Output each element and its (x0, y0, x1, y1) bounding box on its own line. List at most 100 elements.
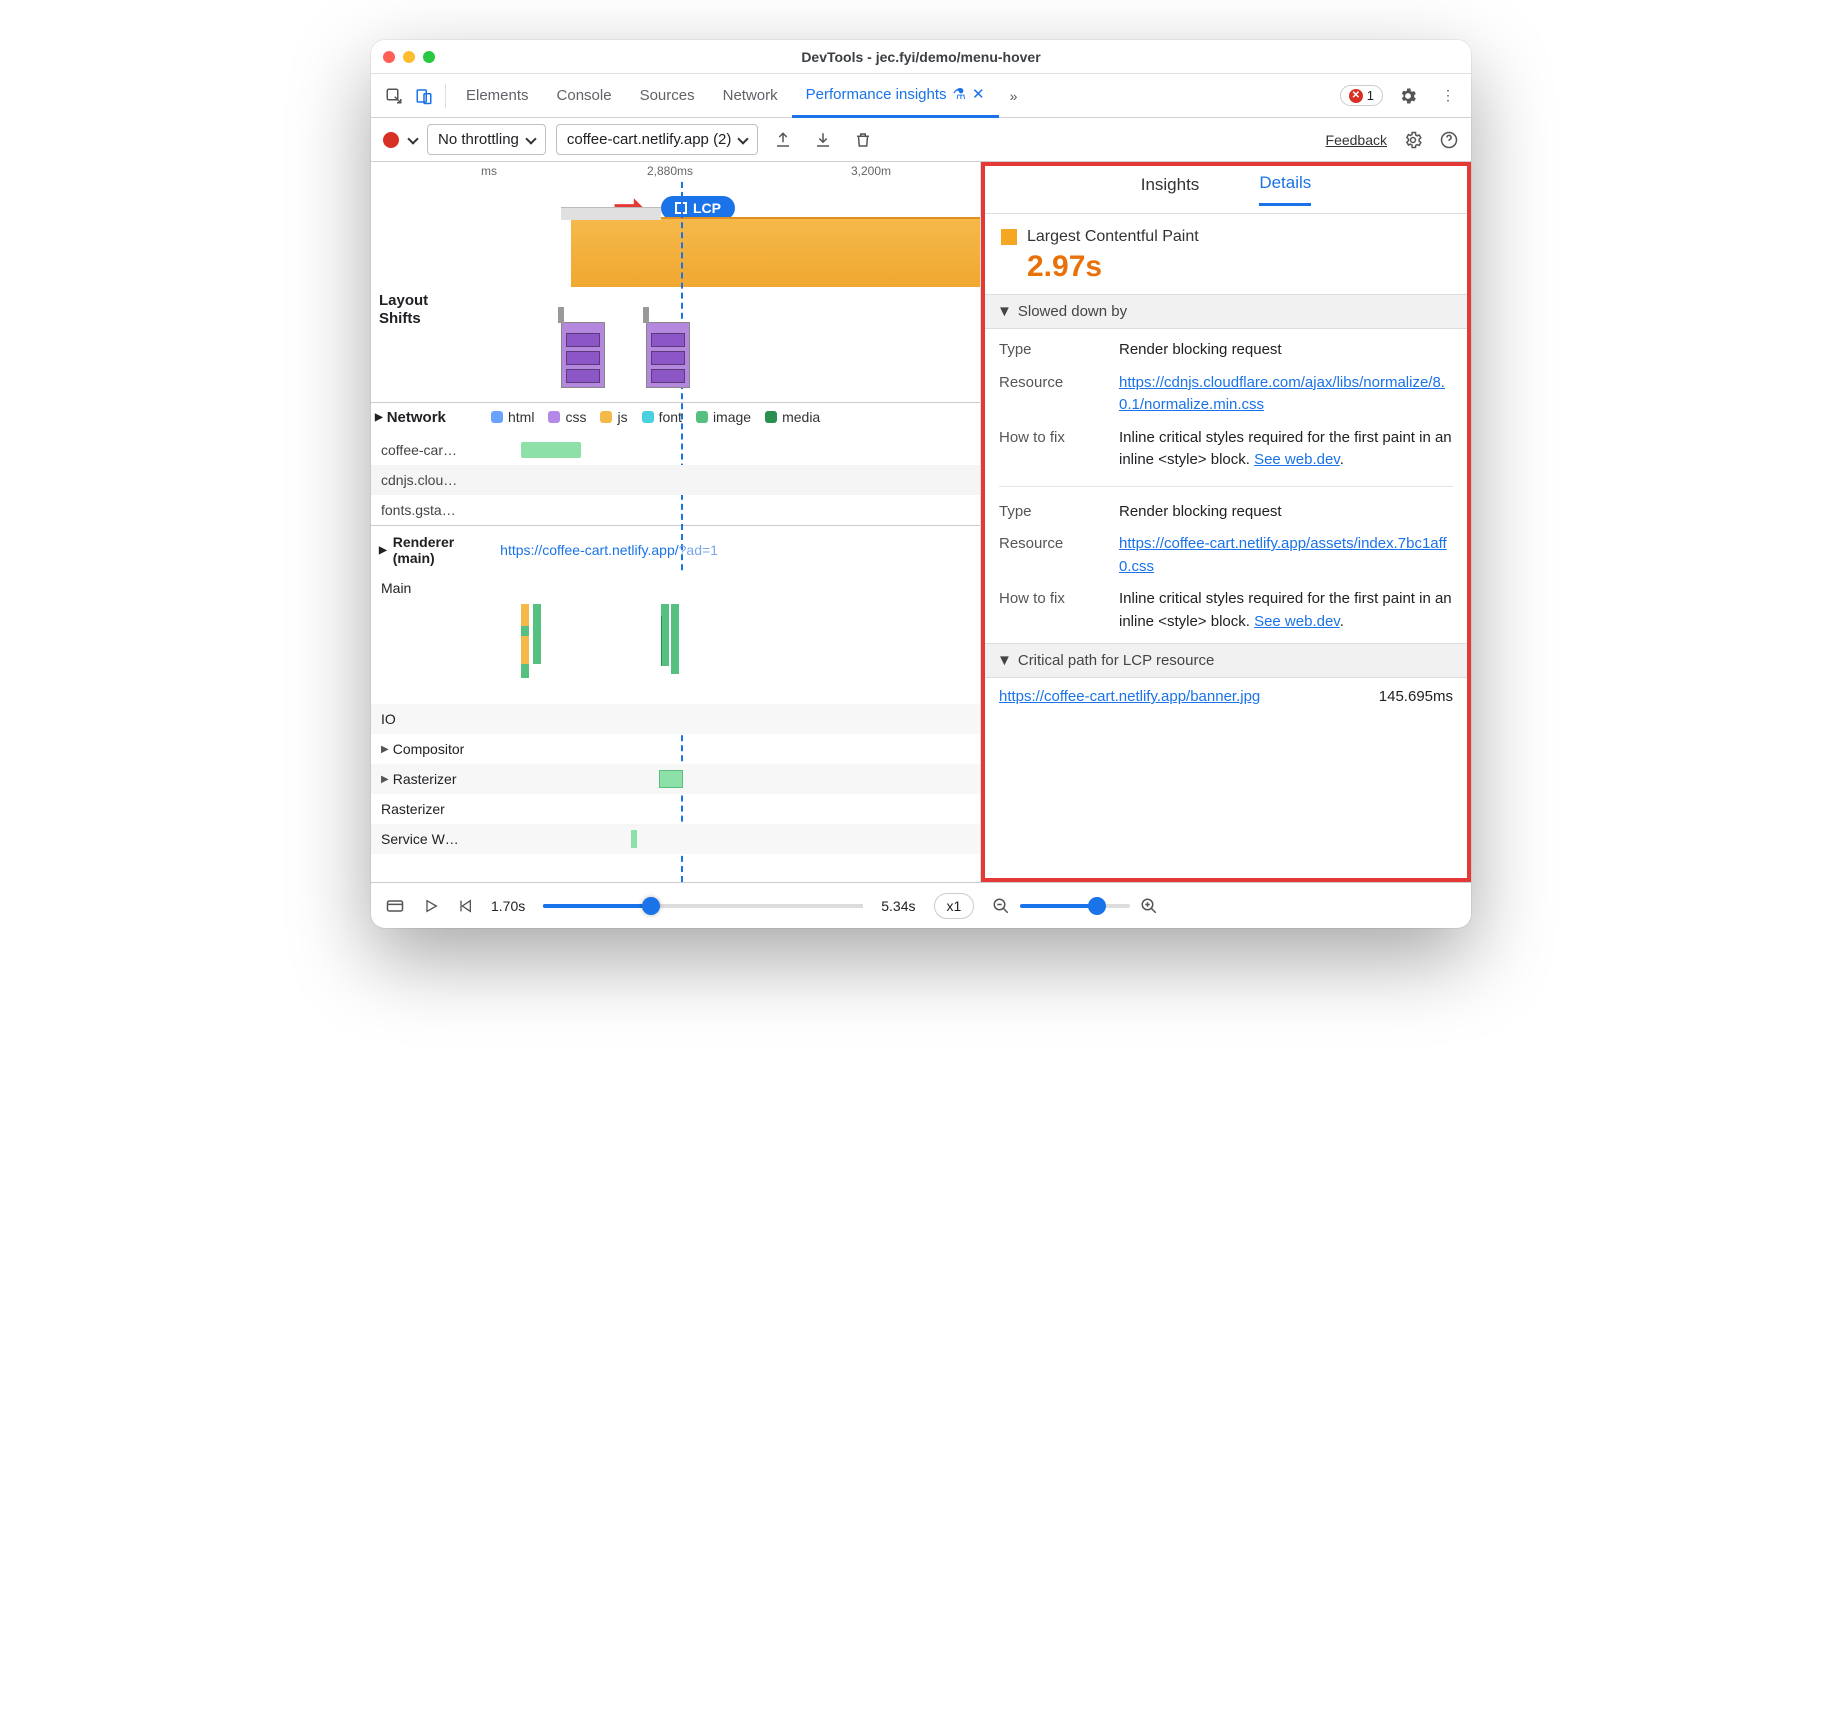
track-label: Rasterizer (381, 801, 445, 817)
tick-label: 2,880ms (647, 164, 693, 178)
rasterizer-track[interactable]: ▶Rasterizer (371, 764, 980, 794)
zoom-out-icon[interactable] (992, 897, 1010, 915)
content-area: ms 2,880ms 3,200m ➡ LCP Layout Shifts (371, 162, 1471, 882)
critical-path-header[interactable]: ▼Critical path for LCP resource (985, 643, 1467, 678)
recording-select[interactable]: coffee-cart.netlify.app (2) (556, 124, 759, 155)
critical-path-row: https://coffee-cart.netlify.app/banner.j… (985, 678, 1467, 715)
fix-link[interactable]: See web.dev (1254, 613, 1340, 630)
network-row[interactable]: cdnjs.clou… (371, 465, 980, 495)
import-icon[interactable] (808, 125, 838, 155)
slowed-by-body: Type Render blocking request Resource ht… (985, 329, 1467, 643)
lcp-summary: Largest Contentful Paint 2.97s (985, 214, 1467, 294)
resource-link[interactable]: https://coffee-cart.netlify.app/assets/i… (1119, 535, 1447, 575)
legend-font: font (659, 409, 682, 425)
network-legend: html css js font image media (491, 409, 820, 425)
record-menu-icon[interactable] (407, 133, 418, 144)
type-key: Type (999, 339, 1109, 362)
rasterizer-track[interactable]: Rasterizer (371, 794, 980, 824)
fix-key: How to fix (999, 588, 1109, 633)
resource-link[interactable]: https://cdnjs.cloudflare.com/ajax/libs/n… (1119, 374, 1445, 414)
critical-path-time: 145.695ms (1379, 688, 1453, 705)
legend-image: image (713, 409, 751, 425)
gear-icon[interactable] (1403, 130, 1423, 150)
io-track[interactable]: IO (371, 704, 980, 734)
chevron-down-icon (738, 133, 749, 144)
titlebar: DevTools - jec.fyi/demo/menu-hover (371, 40, 1471, 74)
throttling-select[interactable]: No throttling (427, 124, 546, 155)
window-title: DevTools - jec.fyi/demo/menu-hover (371, 49, 1471, 65)
panel-tabbar: Elements Console Sources Network Perform… (371, 74, 1471, 118)
replay-view-icon[interactable] (385, 896, 405, 916)
error-count: 1 (1367, 88, 1374, 103)
resource-key: Resource (999, 372, 1109, 417)
device-toggle-icon[interactable] (409, 81, 439, 111)
compositor-track[interactable]: ▶Compositor (371, 734, 980, 764)
help-icon[interactable] (1439, 130, 1459, 150)
details-pane: Insights Details Largest Contentful Pain… (981, 162, 1471, 882)
tab-details[interactable]: Details (1259, 173, 1311, 206)
track-label: Service W… (381, 831, 459, 847)
main-track[interactable]: Main (371, 574, 980, 704)
record-button[interactable] (383, 132, 399, 148)
tab-console[interactable]: Console (543, 74, 626, 118)
zoom-in-icon[interactable] (1140, 897, 1158, 915)
network-row[interactable]: fonts.gsta… (371, 495, 980, 525)
delete-icon[interactable] (848, 125, 878, 155)
slowed-by-header[interactable]: ▼Slowed down by (985, 294, 1467, 329)
fix-key: How to fix (999, 427, 1109, 472)
track-label: Rasterizer (393, 771, 457, 787)
legend-css: css (565, 409, 586, 425)
more-tabs-icon[interactable]: » (999, 81, 1029, 111)
type-key: Type (999, 501, 1109, 524)
zoom-slider[interactable] (1020, 904, 1130, 908)
timeline-pane[interactable]: ms 2,880ms 3,200m ➡ LCP Layout Shifts (371, 162, 981, 882)
perf-toolbar: No throttling coffee-cart.netlify.app (2… (371, 118, 1471, 162)
lcp-label: LCP (693, 200, 721, 216)
critical-path-label: Critical path for LCP resource (1018, 652, 1214, 669)
lcp-value: 2.97s (1027, 250, 1451, 284)
export-icon[interactable] (768, 125, 798, 155)
track-label: Compositor (393, 741, 465, 757)
renderer-label: Renderer (main) (393, 534, 454, 566)
flask-icon: ⚗ (953, 85, 966, 103)
settings-icon[interactable] (1393, 81, 1423, 111)
tab-network[interactable]: Network (709, 74, 792, 118)
main-label: Main (381, 580, 411, 596)
renderer-section: ▶ Renderer (main) https://coffee-cart.ne… (371, 526, 980, 854)
renderer-url[interactable]: https://coffee-cart.netlify.app/?ad=1 (500, 542, 718, 558)
rewind-icon[interactable] (457, 898, 473, 914)
lcp-color-icon (1001, 229, 1017, 245)
kebab-icon[interactable]: ⋮ (1433, 81, 1463, 111)
tab-elements[interactable]: Elements (452, 74, 543, 118)
resource-key: Resource (999, 533, 1109, 578)
tab-sources[interactable]: Sources (626, 74, 709, 118)
slowed-by-label: Slowed down by (1018, 303, 1127, 320)
start-time: 1.70s (491, 898, 525, 914)
network-label: Network (387, 409, 446, 426)
layout-shift-thumbnail[interactable] (646, 322, 690, 388)
layout-shift-thumbnail[interactable] (561, 322, 605, 388)
lcp-title: Largest Contentful Paint (1027, 228, 1199, 246)
error-icon: ✕ (1349, 89, 1363, 103)
tab-label: Performance insights (806, 86, 947, 103)
tab-performance-insights[interactable]: Performance insights ⚗ ✕ (792, 74, 999, 118)
speed-control[interactable]: x1 (934, 893, 975, 919)
layout-shifts-label: Layout Shifts (379, 292, 428, 328)
critical-path-link[interactable]: https://coffee-cart.netlify.app/banner.j… (999, 688, 1260, 705)
feedback-link[interactable]: Feedback (1326, 132, 1387, 148)
playback-footer: 1.70s 5.34s x1 (371, 882, 1471, 928)
fix-link[interactable]: See web.dev (1254, 451, 1340, 468)
inspect-icon[interactable] (379, 81, 409, 111)
main-thread-overview (571, 217, 980, 287)
error-badge[interactable]: ✕ 1 (1340, 85, 1383, 106)
end-time: 5.34s (881, 898, 915, 914)
recording-label: coffee-cart.netlify.app (2) (567, 131, 732, 148)
net-row-label: coffee-car… (381, 442, 457, 458)
play-icon[interactable] (423, 898, 439, 914)
playback-slider[interactable] (543, 904, 863, 908)
service-worker-track[interactable]: Service W… (371, 824, 980, 854)
tick-label: 3,200m (851, 164, 891, 178)
network-row[interactable]: coffee-car… (371, 435, 980, 465)
close-tab-icon[interactable]: ✕ (972, 85, 985, 103)
tab-insights[interactable]: Insights (1141, 175, 1200, 205)
